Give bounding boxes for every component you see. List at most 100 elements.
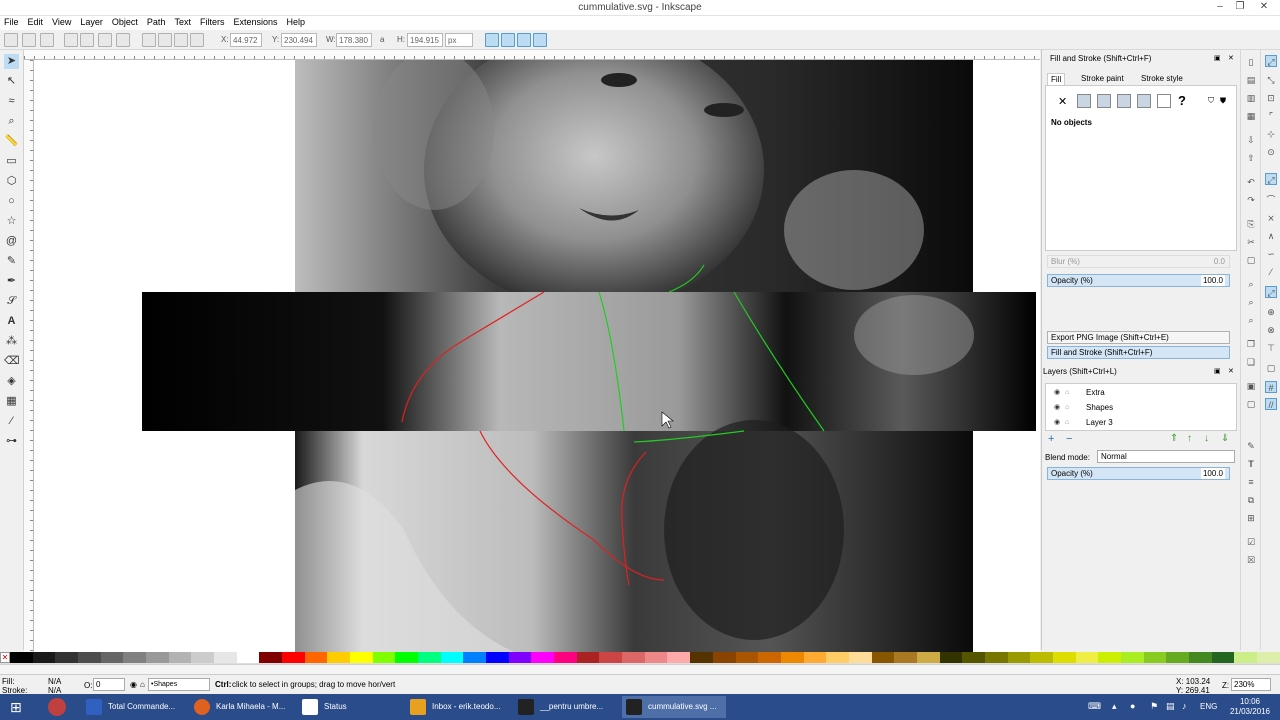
palette-swatch[interactable] (32, 652, 56, 663)
pencil-tool-icon[interactable]: ✎ (4, 254, 19, 269)
palette-swatch[interactable] (984, 652, 1008, 663)
save-file-icon[interactable]: ▥ (1245, 92, 1257, 104)
ellipse-tool-icon[interactable]: ○ (4, 194, 19, 209)
snap-toggle-icon[interactable]: ⤢ (1265, 55, 1277, 67)
visibility-icon[interactable]: ◉ (1054, 400, 1060, 415)
palette-swatch[interactable] (350, 652, 373, 663)
drawing-canvas[interactable] (34, 60, 1040, 652)
horizontal-scrollbar[interactable] (0, 664, 1280, 674)
taskbar-inkscape-active[interactable]: cummulative.svg ... (622, 696, 726, 718)
palette-swatch[interactable] (55, 652, 79, 663)
palette-swatch[interactable] (1166, 652, 1189, 663)
palette-swatch[interactable] (894, 652, 917, 663)
palette-swatch[interactable] (916, 652, 940, 663)
zoom-selection-icon[interactable]: ⌕ (1245, 278, 1257, 290)
lock-icon[interactable]: ⌂ (1065, 385, 1069, 400)
palette-swatch[interactable] (531, 652, 555, 663)
gradient-tool-icon[interactable]: ▦ (4, 394, 19, 409)
palette-swatch[interactable] (962, 652, 985, 663)
fill-rule-evenodd-icon[interactable]: ⛉ (1208, 96, 1214, 106)
text-font-dialog-icon[interactable]: T (1245, 458, 1257, 470)
ungroup-icon[interactable]: ▢ (1245, 398, 1257, 410)
zoom-page-icon[interactable]: ⌕ (1245, 314, 1257, 326)
palette-swatch[interactable] (1098, 652, 1121, 663)
snap-path-intersection-icon[interactable]: ⨯ (1265, 212, 1277, 224)
star-tool-icon[interactable]: ☆ (4, 214, 19, 229)
no-paint-icon[interactable]: ✕ (1058, 95, 1067, 108)
layer-to-bottom-icon[interactable]: ⇓ (1221, 433, 1229, 444)
palette-swatch[interactable] (712, 652, 736, 663)
palette-swatch[interactable] (848, 652, 872, 663)
palette-swatch[interactable] (168, 652, 192, 663)
menu-path[interactable]: Path (147, 16, 166, 30)
lock-icon[interactable]: ⌂ (1065, 415, 1069, 430)
menu-help[interactable]: Help (286, 16, 305, 30)
deselect-icon[interactable] (40, 33, 54, 47)
flip-horizontal-icon[interactable] (98, 33, 112, 47)
new-document-icon[interactable]: ▯ (1245, 56, 1257, 68)
taskbar-outlook[interactable]: Inbox - erik.teodo... (406, 696, 510, 718)
move-patterns-icon[interactable] (533, 33, 547, 47)
swatch-icon[interactable] (1157, 94, 1171, 108)
docked-export-png[interactable]: Export PNG Image (Shift+Ctrl+E) (1047, 331, 1230, 344)
snap-bbox-icon[interactable]: ⤡ (1265, 74, 1277, 86)
snap-cusp-node-icon[interactable]: ∧ (1265, 230, 1277, 242)
palette-swatch[interactable] (690, 652, 713, 663)
taskbar-status[interactable]: Status (298, 696, 402, 718)
snap-object-center-icon[interactable]: ⊕ (1265, 306, 1277, 318)
snap-rotation-center-icon[interactable]: ⊗ (1265, 324, 1277, 336)
palette-swatch[interactable] (735, 652, 759, 663)
rotate-ccw-icon[interactable] (64, 33, 78, 47)
palette-swatch[interactable] (214, 652, 237, 663)
palette-swatch[interactable] (826, 652, 849, 663)
spray-tool-icon[interactable]: ⁂ (4, 334, 19, 349)
palette-swatch[interactable] (758, 652, 781, 663)
y-field[interactable]: 230.494 (281, 33, 317, 47)
lower-to-bottom-icon[interactable] (190, 33, 204, 47)
menu-edit[interactable]: Edit (28, 16, 44, 30)
taskbar-total-commander[interactable]: Total Commande... (82, 696, 186, 718)
docked-fill-stroke[interactable]: Fill and Stroke (Shift+Ctrl+F) (1047, 346, 1230, 359)
blend-mode-select[interactable]: Normal (1097, 450, 1235, 463)
vertical-ruler[interactable] (24, 60, 34, 652)
zoom-drawing-icon[interactable]: ⌕ (1245, 296, 1257, 308)
select-all-icon[interactable] (4, 33, 18, 47)
layer-lock-icon[interactable]: ⌂ (140, 680, 145, 689)
export-icon[interactable]: ⇧ (1245, 152, 1257, 164)
flag-icon[interactable]: ⚑ (1150, 701, 1158, 712)
snap-bbox-corner-icon[interactable]: ⌜ (1265, 110, 1277, 122)
palette-swatch[interactable] (440, 652, 464, 663)
layers-close-icon[interactable]: ✕ (1228, 367, 1234, 375)
palette-swatch[interactable] (871, 652, 895, 663)
raise-icon[interactable] (158, 33, 172, 47)
volume-icon[interactable]: ♪ (1182, 701, 1187, 711)
palette-swatch[interactable] (1052, 652, 1076, 663)
palette-swatch[interactable] (372, 652, 396, 663)
lock-icon[interactable]: ⌂ (1065, 400, 1069, 415)
palette-swatch[interactable] (282, 652, 305, 663)
tab-stroke-paint[interactable]: Stroke paint (1078, 73, 1127, 85)
snap-smooth-node-icon[interactable]: ∽ (1265, 248, 1277, 260)
palette-swatches[interactable] (10, 652, 1280, 664)
rectangle-tool-icon[interactable]: ▭ (4, 154, 19, 169)
layer-visibility-icon[interactable]: ◉ (130, 680, 137, 689)
panel-menu-icon[interactable]: ▣ (1214, 54, 1221, 62)
windows-start-icon[interactable]: ⊞ (10, 699, 26, 715)
pen-tool-icon[interactable]: ✒ (4, 274, 19, 289)
palette-swatch[interactable] (304, 652, 328, 663)
clone-icon[interactable]: ❏ (1245, 356, 1257, 368)
palette-swatch[interactable] (780, 652, 804, 663)
palette-swatch[interactable] (327, 652, 351, 663)
layer-to-top-icon[interactable]: ⇑ (1170, 433, 1178, 444)
palette-swatch[interactable] (508, 652, 532, 663)
artwork[interactable] (34, 60, 1040, 652)
eraser-tool-icon[interactable]: ⌫ (4, 354, 20, 369)
menu-text[interactable]: Text (174, 16, 191, 30)
pattern-icon[interactable] (1137, 94, 1151, 108)
radial-gradient-icon[interactable] (1117, 94, 1131, 108)
open-file-icon[interactable]: ▤ (1245, 74, 1257, 86)
zoom-tool-icon[interactable]: ⌕ (4, 114, 19, 129)
rotate-cw-icon[interactable] (80, 33, 94, 47)
visibility-icon[interactable]: ◉ (1054, 385, 1060, 400)
move-gradients-icon[interactable] (517, 33, 531, 47)
